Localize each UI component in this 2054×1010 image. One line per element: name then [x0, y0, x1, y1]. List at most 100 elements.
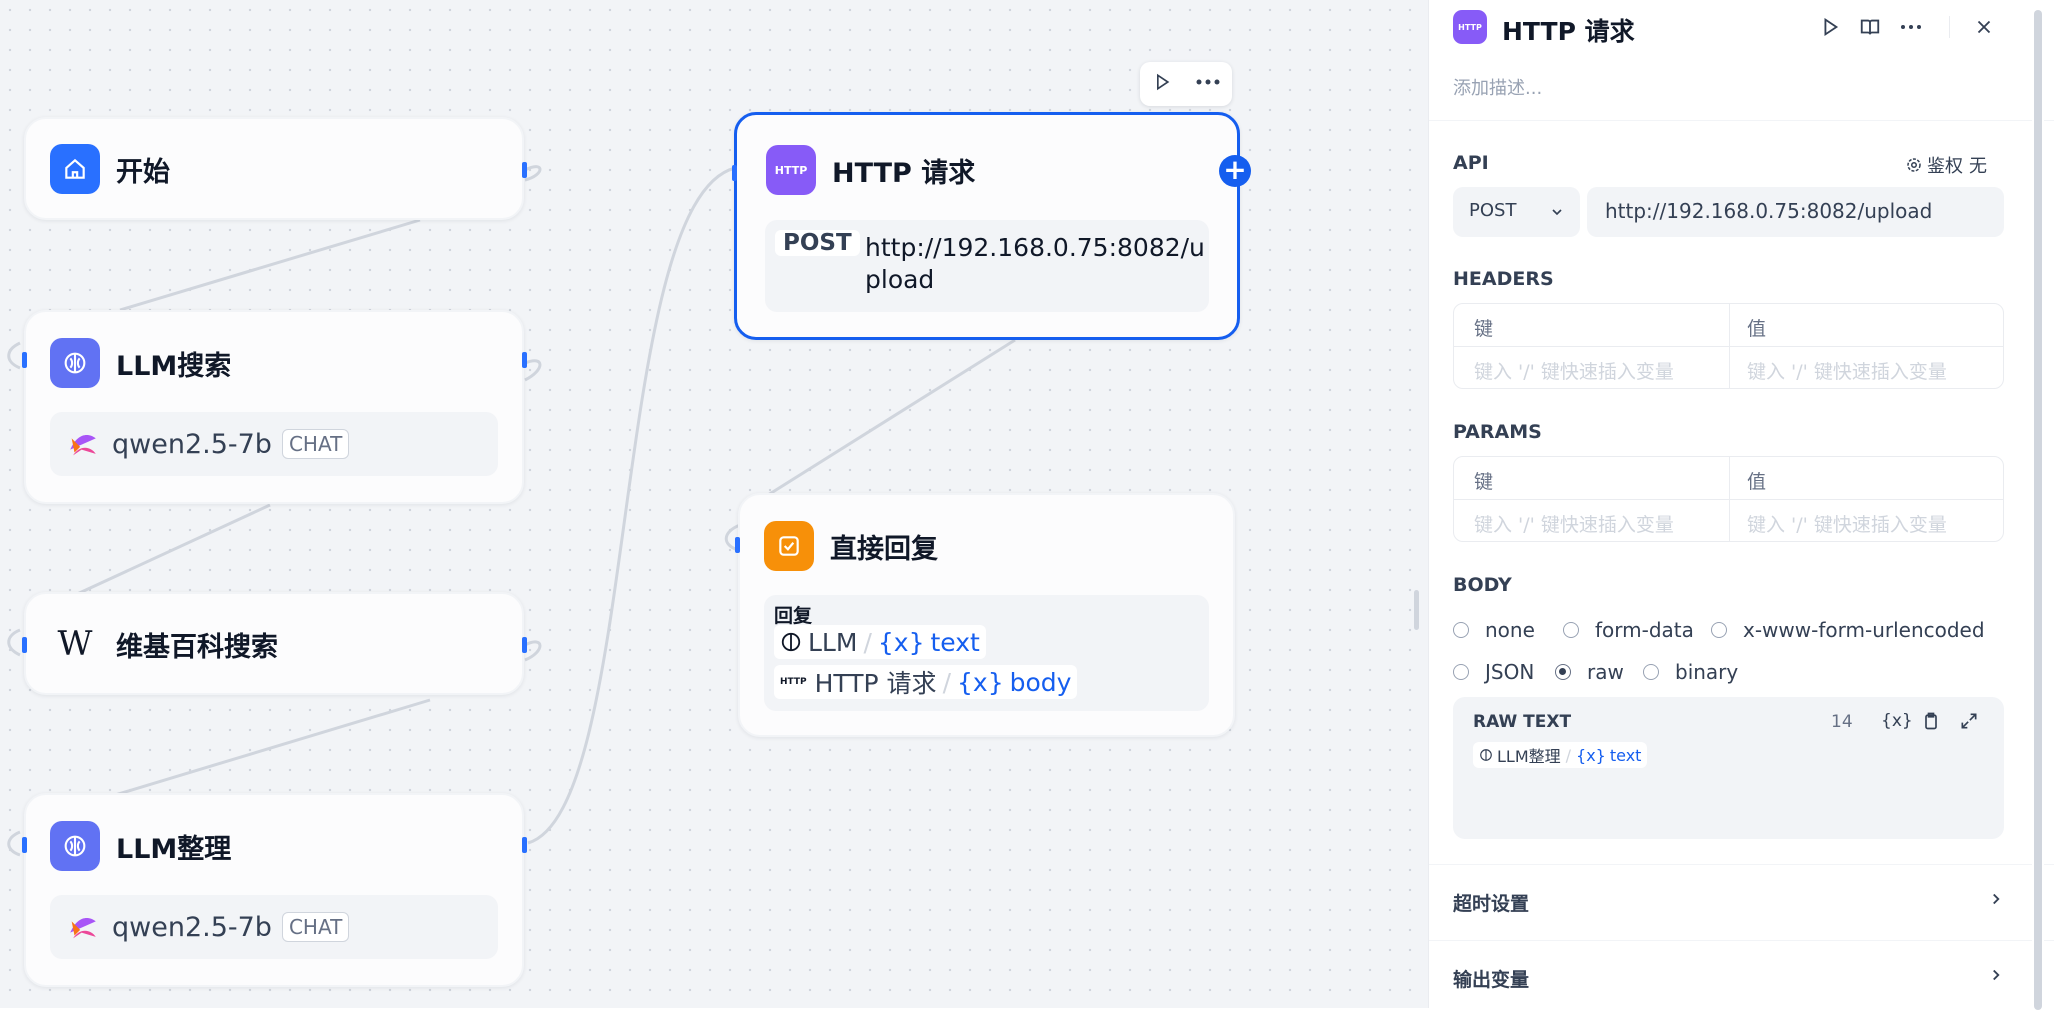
more-icon[interactable] [1195, 72, 1221, 96]
home-icon [50, 144, 100, 194]
workflow-canvas[interactable]: 开始 LLM搜索 qwen2.5-7b CHAT W 维基百科搜索 LLM整理 … [0, 0, 1428, 1008]
node-start[interactable]: 开始 [24, 117, 527, 220]
panel-http-icon: HTTP [1453, 10, 1487, 44]
params-table: 键 值 键入 '/' 键快速插入变量 键入 '/' 键快速插入变量 [1453, 456, 2004, 542]
node-title: LLM整理 [116, 833, 232, 865]
node-title: LLM搜索 [116, 350, 232, 382]
headers-label: HEADERS [1453, 268, 1554, 290]
param-key-input[interactable]: 键入 '/' 键快速插入变量 [1474, 510, 1674, 537]
node-title: HTTP 请求 [832, 157, 976, 189]
node-title: 维基百科搜索 [116, 631, 278, 663]
edge-loop-f [7, 830, 21, 857]
variable-tag: HTTP HTTP 请求 / {x} body [774, 665, 1078, 699]
input-handle[interactable] [735, 537, 740, 553]
input-handle[interactable] [22, 837, 27, 853]
timeout-settings-row[interactable]: 超时设置 [1429, 865, 2029, 940]
llm-brain-icon [50, 338, 100, 388]
param-value-input[interactable]: 键入 '/' 键快速插入变量 [1747, 510, 1947, 537]
input-handle[interactable] [22, 352, 27, 368]
copy-icon[interactable] [1921, 711, 1941, 735]
auth-button[interactable]: 鉴权 无 [1905, 152, 1987, 178]
help-book-icon[interactable] [1859, 16, 1881, 42]
reply-content: 回复 LLM / {x} text HTTP HTTP 请求 / {x} bod… [764, 595, 1209, 711]
body-type-json[interactable]: JSON [1453, 660, 1534, 684]
headers-table: 键 值 键入 '/' 键快速插入变量 键入 '/' 键快速插入变量 [1453, 303, 2004, 389]
add-node-button[interactable]: + [1219, 155, 1251, 187]
run-node-icon[interactable] [1152, 72, 1172, 96]
panel-resize-handle[interactable] [1414, 590, 1419, 630]
scrollbar[interactable] [2032, 0, 2044, 1010]
model-selector[interactable]: qwen2.5-7b CHAT [50, 895, 498, 959]
variable-name: text [1609, 745, 1642, 765]
more-icon[interactable] [1899, 16, 1923, 42]
body-type-urlencoded[interactable]: x-www-form-urlencoded [1711, 618, 1985, 642]
edge-llm-organize-http [527, 166, 736, 845]
value-column-header: 值 [1747, 318, 1767, 340]
panel-title[interactable]: HTTP 请求 [1502, 12, 1635, 48]
node-llm-organize[interactable]: LLM整理 qwen2.5-7b CHAT [22, 793, 527, 987]
expand-icon[interactable] [1959, 711, 1979, 735]
variable-icon: {x} [877, 627, 925, 657]
body-type-none[interactable]: none [1453, 618, 1535, 642]
header-key-input[interactable]: 键入 '/' 键快速插入变量 [1474, 357, 1674, 384]
variable-icon: {x} [1576, 745, 1606, 765]
output-handle[interactable] [522, 637, 527, 653]
gear-icon [1907, 158, 1921, 172]
key-column-header: 键 [1474, 318, 1494, 340]
method-select[interactable]: POST [1453, 187, 1580, 237]
model-mode-badge: CHAT [281, 429, 350, 459]
variable-source: HTTP 请求 [814, 669, 937, 698]
variable-tag: LLM整理 / {x} text [1473, 742, 1648, 768]
llm-icon [1480, 749, 1492, 761]
input-handle[interactable] [22, 637, 27, 653]
auth-label: 鉴权 [1927, 156, 1963, 177]
node-direct-reply[interactable]: 直接回复 回复 LLM / {x} text HTTP HTTP 请求 / {x… [735, 493, 1235, 737]
body-label: BODY [1453, 574, 1512, 596]
variable-separator: / [942, 667, 951, 697]
output-variables-row[interactable]: 输出变量 [1429, 941, 2029, 1008]
model-name: qwen2.5-7b [112, 911, 272, 943]
output-variables-label: 输出变量 [1453, 969, 1530, 991]
chevron-right-icon [1993, 893, 2000, 905]
model-selector[interactable]: qwen2.5-7b CHAT [50, 412, 498, 476]
header-value-input[interactable]: 键入 '/' 键快速插入变量 [1747, 357, 1947, 384]
request-summary: POST http://192.168.0.75:8082/upload [765, 220, 1209, 312]
variable-name: body [1009, 667, 1072, 697]
params-label: PARAMS [1453, 421, 1542, 443]
wikipedia-icon: W [57, 624, 93, 664]
output-handle[interactable] [522, 352, 527, 368]
http-method: POST [775, 230, 860, 256]
chevron-down-icon [1552, 209, 1562, 216]
node-toolbar [1140, 62, 1232, 106]
raw-text-editor[interactable]: RAW TEXT 14 {x} LLM整理 / {x} text [1453, 697, 2004, 839]
output-handle[interactable] [522, 162, 527, 178]
input-handle[interactable] [732, 165, 737, 181]
variable-source: LLM整理 [1497, 747, 1561, 766]
edge-loop-b [524, 359, 542, 382]
edge-loop-d [7, 341, 21, 370]
variable-source: LLM [808, 627, 858, 657]
api-label: API [1453, 152, 1489, 174]
node-wikipedia-search[interactable]: W 维基百科搜索 [22, 592, 527, 695]
node-title: 开始 [116, 156, 170, 188]
body-type-raw[interactable]: raw [1555, 660, 1624, 684]
scrollbar-thumb[interactable] [2034, 10, 2042, 1010]
description-input[interactable]: 添加描述... [1453, 74, 1542, 100]
body-type-binary[interactable]: binary [1643, 660, 1738, 684]
output-handle[interactable] [522, 837, 527, 853]
node-http-request[interactable]: HTTP HTTP 请求 POST http://192.168.0.75:80… [732, 112, 1251, 340]
body-type-form-data[interactable]: form-data [1563, 618, 1694, 642]
url-input[interactable]: http://192.168.0.75:8082/upload [1587, 187, 2004, 237]
header-divider [1949, 16, 1950, 38]
divider [1429, 120, 2054, 121]
edge-loop-e [7, 628, 21, 657]
char-count: 14 [1831, 712, 1853, 732]
node-llm-search[interactable]: LLM搜索 qwen2.5-7b CHAT [22, 310, 527, 504]
edge-wiki-llm-organize [114, 698, 431, 797]
variable-tag: LLM / {x} text [774, 625, 986, 659]
run-icon[interactable] [1819, 16, 1841, 42]
auth-value: 无 [1969, 156, 1987, 177]
close-icon[interactable] [1973, 16, 1995, 42]
insert-variable-icon[interactable]: {x} [1881, 711, 1913, 731]
url-value: http://192.168.0.75:8082/upload [1605, 199, 1933, 223]
